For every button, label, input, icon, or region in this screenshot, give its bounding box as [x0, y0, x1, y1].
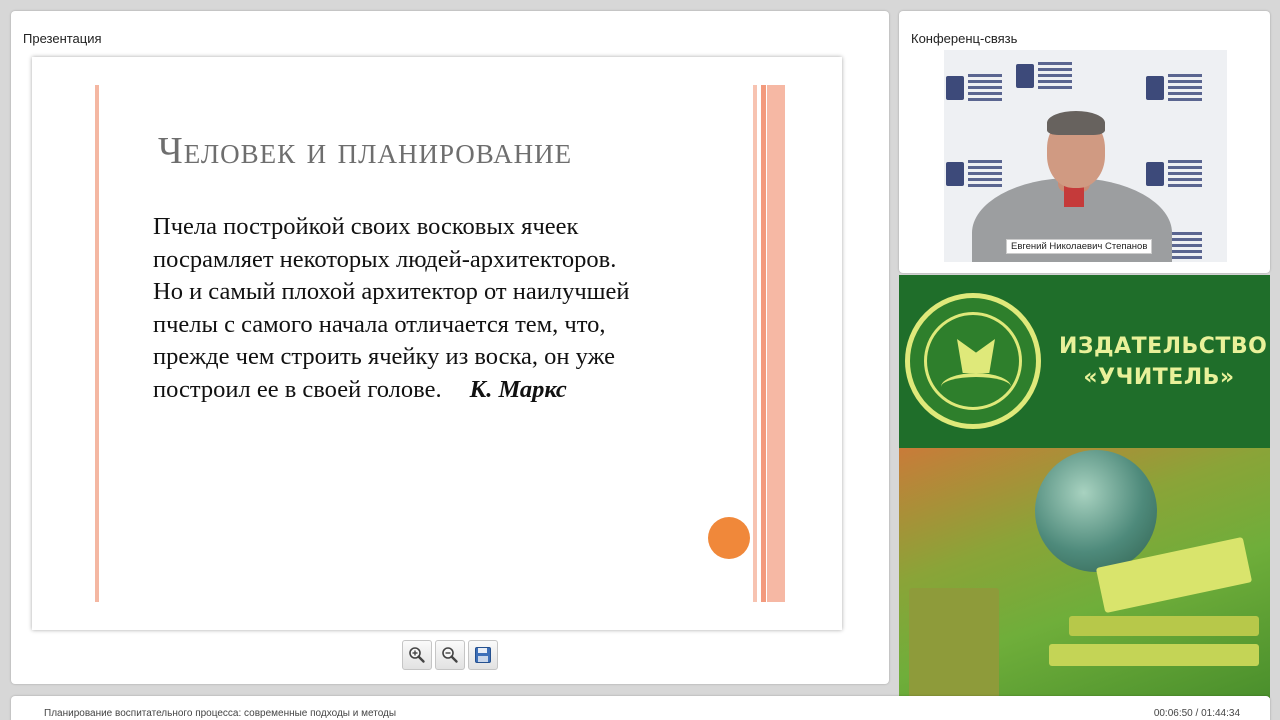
zoom-out-button[interactable]: [435, 640, 465, 670]
slide-toolbar: [402, 640, 498, 670]
publisher-name-line1: ИЗДАТЕЛЬСТВО: [1059, 334, 1268, 359]
conference-panel: Конференц-связь Евгений Николаевич Степа…: [899, 11, 1270, 273]
conference-panel-title: Конференц-связь: [911, 31, 1018, 46]
book-image: [1049, 644, 1259, 666]
banner-header: ИЗДАТЕЛЬСТВО «УЧИТЕЛЬ»: [899, 275, 1270, 448]
slide: Человек и планирование Пчела постройкой …: [32, 57, 842, 630]
publisher-name-line2: «УЧИТЕЛЬ»: [1083, 365, 1235, 390]
presentation-panel-title: Презентация: [23, 31, 102, 46]
save-button[interactable]: [468, 640, 498, 670]
slide-right-band: [767, 85, 785, 602]
book-image: [1069, 616, 1259, 636]
presentation-panel: Презентация Человек и планирование Пчела…: [11, 11, 889, 684]
playback-time: 00:06:50 / 01:44:34: [1153, 708, 1240, 719]
zoom-out-icon: [442, 647, 458, 663]
backdrop-logo: [1146, 158, 1204, 198]
quote-line: Пчела постройкой своих восковых ячеек: [153, 213, 579, 240]
lecture-title: Планирование воспитательного процесса: с…: [44, 708, 397, 719]
slide-title: Человек и планирование: [158, 130, 573, 172]
speaker-name-badge: Евгений Николаевич Степанов: [1006, 239, 1153, 254]
slide-left-rule: [95, 85, 99, 602]
speaker-hair: [1047, 111, 1105, 135]
zoom-in-icon: [409, 647, 425, 663]
backdrop-logo: [1016, 60, 1074, 100]
quote-line: пчелы с самого начала отличается тем, чт…: [153, 310, 606, 338]
quote-author: К. Маркс: [469, 375, 567, 403]
slide-right-rule-thin: [753, 85, 757, 602]
backdrop-logo: [1146, 72, 1204, 112]
speaker-video[interactable]: Евгений Николаевич Степанов: [944, 50, 1227, 262]
backdrop-logo: [946, 158, 1004, 198]
quote-line: Но и самый плохой архитектор от наилучше…: [153, 278, 630, 305]
zoom-in-button[interactable]: [402, 640, 432, 670]
quote-line: построил ее в своей голове.: [153, 375, 442, 403]
quote-last-line: построил ее в своей голове. К. Маркс: [153, 374, 713, 407]
publisher-name: ИЗДАТЕЛЬСТВО «УЧИТЕЛЬ»: [1059, 331, 1268, 393]
banner-image: [899, 448, 1270, 698]
floppy-disk-icon: [475, 647, 491, 663]
quote-line: прежде чем строить ячейку из воска, он у…: [153, 343, 616, 370]
slide-right-rule: [761, 85, 766, 602]
publisher-banner[interactable]: ИЗДАТЕЛЬСТВО «УЧИТЕЛЬ»: [899, 275, 1270, 698]
backdrop-logo: [946, 72, 1004, 112]
slide-decor-dot: [708, 517, 750, 559]
slide-quote: Пчела постройкой своих восковых ячеек по…: [153, 211, 713, 406]
globe-image: [1035, 450, 1157, 572]
publisher-logo: [905, 293, 1041, 429]
speaker-collar: [1064, 185, 1084, 207]
book-stack: [909, 588, 999, 698]
quote-line: посрамляет некоторых людей-архитекторов.: [153, 245, 617, 273]
lecture-footer: Планирование воспитательного процесса: с…: [11, 696, 1270, 720]
